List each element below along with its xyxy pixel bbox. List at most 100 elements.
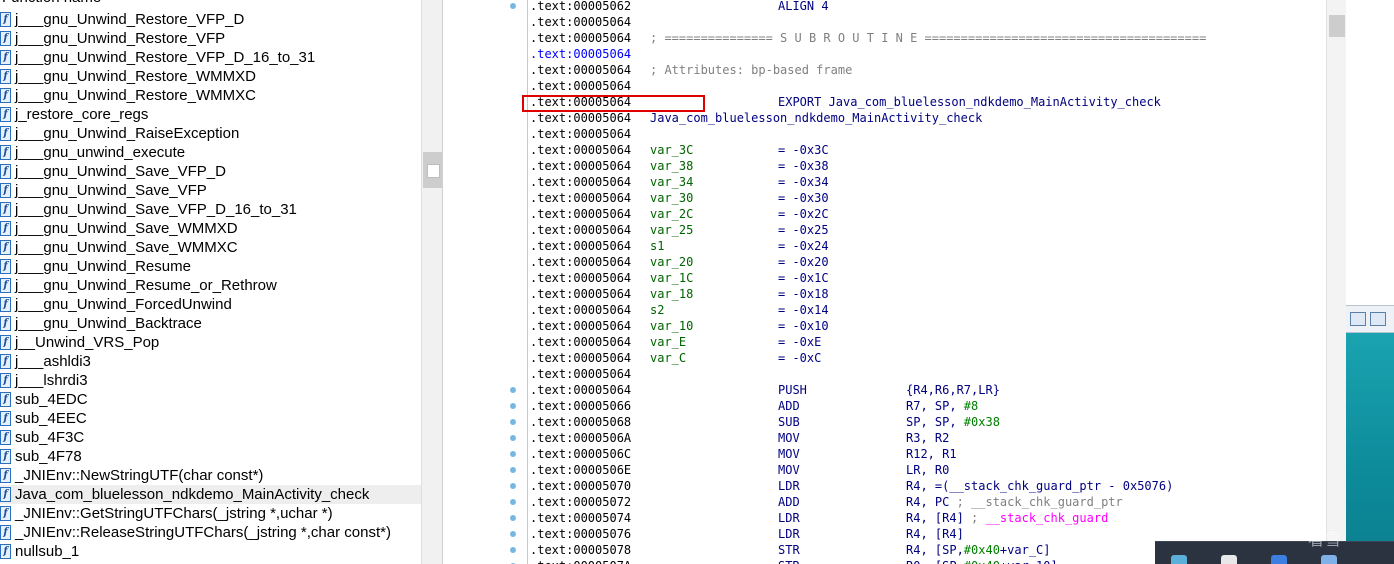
security-icon[interactable] (1221, 555, 1237, 564)
stack-variable[interactable]: var_2C (650, 206, 693, 222)
disassembly-line[interactable]: .text:00005064 var_30 = -0x30 (530, 190, 829, 206)
function-list-item[interactable]: f j___gnu_Unwind_RaiseException (0, 124, 421, 143)
function-list-scrollbar[interactable] (421, 0, 443, 564)
function-list-item[interactable]: f j___gnu_Unwind_Save_WMMXC (0, 238, 421, 257)
function-list-item[interactable]: f sub_4EEC (0, 409, 421, 428)
function-name: _JNIEnv::GetStringUTFChars(_jstring *,uc… (15, 505, 333, 522)
function-list-item[interactable]: f sub_4F3C (0, 428, 421, 447)
window-toolbar-fragment (1346, 305, 1394, 333)
stack-variable[interactable]: var_18 (650, 286, 693, 302)
disassembly-line[interactable]: .text:00005062 ALIGN 4 (530, 0, 829, 14)
function-list-item[interactable]: f j___gnu_Unwind_Save_WMMXD (0, 219, 421, 238)
disassembly-line[interactable]: .text:00005064 s2 = -0x14 (530, 302, 829, 318)
function-list-item[interactable]: f j___gnu_Unwind_Save_VFP_D_16_to_31 (0, 200, 421, 219)
stack-variable[interactable]: var_1C (650, 270, 693, 286)
disassembly-line[interactable]: .text:00005064 var_3C = -0x3C (530, 142, 829, 158)
disassembly-line[interactable]: .text:00005076 LDR R4, [R4] (530, 526, 964, 542)
function-list-item[interactable]: f j___gnu_Unwind_Resume (0, 257, 421, 276)
function-label[interactable]: Java_com_bluelesson_ndkdemo_MainActivity… (650, 110, 982, 126)
function-list-item[interactable]: f j___ashldi3 (0, 352, 421, 371)
stack-variable[interactable]: var_34 (650, 174, 693, 190)
disassembly-line[interactable]: .text:00005064 ; Attributes: bp-based fra… (530, 62, 852, 78)
function-list-item[interactable]: f _JNIEnv::NewStringUTF(char const*) (0, 466, 421, 485)
disassembly-line[interactable]: .text:00005064 var_10 = -0x10 (530, 318, 829, 334)
stack-variable[interactable]: var_10 (650, 318, 693, 334)
disassembly-line[interactable]: .text:00005074 LDR R4, [R4] ; __stack_chk_… (530, 510, 1108, 526)
function-name: j___gnu_Unwind_Restore_VFP (15, 30, 226, 47)
function-list-item[interactable]: f j___gnu_Unwind_Save_VFP (0, 181, 421, 200)
function-list-item[interactable]: f _JNIEnv::GetStringUTFChars(_jstring *,u… (0, 504, 421, 523)
disassembly-line[interactable]: .text:00005064 ; =============== S U B R … (530, 30, 1206, 46)
bluetooth-icon[interactable] (1271, 555, 1287, 564)
function-list-item[interactable]: f j___gnu_Unwind_Restore_VFP (0, 29, 421, 48)
disassembly-line[interactable]: .text:00005072 ADD R4, PC ; __stack_chk_gu… (530, 494, 1123, 510)
disassembly-line[interactable]: .text:00005070 LDR R4, =(__stack_chk_guard… (530, 478, 1173, 494)
function-list-item[interactable]: f nullsub_1 (0, 542, 421, 561)
disassembly-scrollbar-thumb[interactable] (1329, 15, 1345, 37)
function-list-item[interactable]: f j_restore_core_regs (0, 105, 421, 124)
function-list-item[interactable]: f j___gnu_Unwind_Restore_WMMXC (0, 86, 421, 105)
picture-view-icon[interactable] (1370, 312, 1386, 326)
function-list-item[interactable]: f _JNIEnv::ReleaseStringUTFChars(_jstring… (0, 523, 421, 542)
disassembly-line[interactable]: .text:00005064 (530, 366, 631, 382)
function-list-item[interactable]: f j___gnu_unwind_execute (0, 143, 421, 162)
function-list-item[interactable]: f sub_4F78 (0, 447, 421, 466)
disassembly-line[interactable]: .text:00005064 (530, 78, 631, 94)
disassembly-line[interactable]: .text:00005066 ADD R7, SP, #8 (530, 398, 978, 414)
disassembly-line[interactable]: .text:00005064 PUSH {R4,R6,R7,LR} (530, 382, 1000, 398)
disassembly-line[interactable]: .text:00005068 SUB SP, SP, #0x38 (530, 414, 1000, 430)
disassembly-scrollbar[interactable] (1326, 0, 1346, 564)
disassembly-line[interactable]: .text:0000506A MOV R3, R2 (530, 430, 949, 446)
function-list-item[interactable]: f Java_com_bluelesson_ndkdemo_MainActivit… (0, 485, 421, 504)
stack-variable[interactable]: var_3C (650, 142, 693, 158)
stack-variable[interactable]: var_C (650, 350, 686, 366)
disassembly-line[interactable]: .text:00005078 STR R4, [SP,#0x40+var_C] (530, 542, 1051, 558)
disassembly-line[interactable]: .text:0000507A STR R0, [SP,#0x40+var_10] (530, 558, 1058, 564)
disassembly-line[interactable]: .text:00005064 Java_com_bluelesson_ndkdem… (530, 110, 982, 126)
disassembly-line[interactable]: .text:0000506E MOV LR, R0 (530, 462, 949, 478)
function-list-item[interactable]: f j___gnu_Unwind_Save_VFP_D (0, 162, 421, 181)
stack-variable[interactable]: var_38 (650, 158, 693, 174)
stack-variable[interactable]: var_25 (650, 222, 693, 238)
disassembly-line[interactable]: .text:00005064 var_34 = -0x34 (530, 174, 829, 190)
function-list-item[interactable]: f j___gnu_Unwind_ForcedUnwind (0, 295, 421, 314)
line-address: .text:00005078 (530, 543, 632, 557)
function-list-item[interactable]: f j___gnu_Unwind_Backtrace (0, 314, 421, 333)
line-address: .text:00005064 (530, 143, 632, 157)
disassembly-line[interactable]: .text:00005064 (530, 14, 631, 30)
disassembly-line[interactable]: .text:00005064 var_C = -0xC (530, 350, 821, 366)
disassembly-line[interactable]: .text:00005064 (530, 46, 631, 62)
disassembly-line[interactable]: .text:00005064 s1 = -0x24 (530, 238, 829, 254)
stack-variable[interactable]: var_30 (650, 190, 693, 206)
tray-app-icon[interactable] (1321, 555, 1337, 564)
disassembly-line[interactable]: .text:0000506C MOV R12, R1 (530, 446, 957, 462)
function-icon: f (0, 126, 11, 141)
instruction-mnemonic: = -0x38 (778, 159, 829, 173)
disassembly-line[interactable]: .text:00005064 (530, 126, 631, 142)
function-list-scrollbar-thumb[interactable] (423, 152, 442, 188)
disassembly-line[interactable]: .text:00005064 var_18 = -0x18 (530, 286, 829, 302)
disassembly-line[interactable]: .text:00005064 var_38 = -0x38 (530, 158, 829, 174)
stack-variable[interactable]: var_20 (650, 254, 693, 270)
disassembly-view[interactable]: .text:00005062 ALIGN 4 .text:00005064 .text… (528, 0, 1326, 564)
function-list-item[interactable]: f j__Unwind_VRS_Pop (0, 333, 421, 352)
function-list-item[interactable]: f j___gnu_Unwind_Restore_VFP_D_16_to_31 (0, 48, 421, 67)
disassembly-line[interactable]: .text:00005064 var_1C = -0x1C (530, 270, 829, 286)
function-list-item[interactable]: f sub_4EDC (0, 390, 421, 409)
disassembly-line[interactable]: .text:00005064 var_2C = -0x2C (530, 206, 829, 222)
stack-variable[interactable]: s2 (650, 302, 664, 318)
function-list-header[interactable]: Function name (0, 0, 101, 8)
stack-variable[interactable]: s1 (650, 238, 664, 254)
disassembly-line[interactable]: .text:00005064 var_25 = -0x25 (530, 222, 829, 238)
disassembly-line[interactable]: .text:00005064 var_E = -0xE (530, 334, 821, 350)
function-list-item[interactable]: f j___gnu_Unwind_Restore_VFP_D (0, 10, 421, 29)
instruction-mnemonic: = -0x20 (778, 255, 829, 269)
disassembly-line[interactable]: .text:00005064 var_20 = -0x20 (530, 254, 829, 270)
function-list-item[interactable]: f j___gnu_Unwind_Resume_or_Rethrow (0, 276, 421, 295)
function-list-item[interactable]: f j___lshrdi3 (0, 371, 421, 390)
function-name: _JNIEnv::ReleaseStringUTFChars(_jstring … (15, 524, 391, 541)
stack-variable[interactable]: var_E (650, 334, 686, 350)
list-view-icon[interactable] (1350, 312, 1366, 326)
function-list-item[interactable]: f j___gnu_Unwind_Restore_WMMXD (0, 67, 421, 86)
network-icon[interactable] (1171, 555, 1187, 564)
